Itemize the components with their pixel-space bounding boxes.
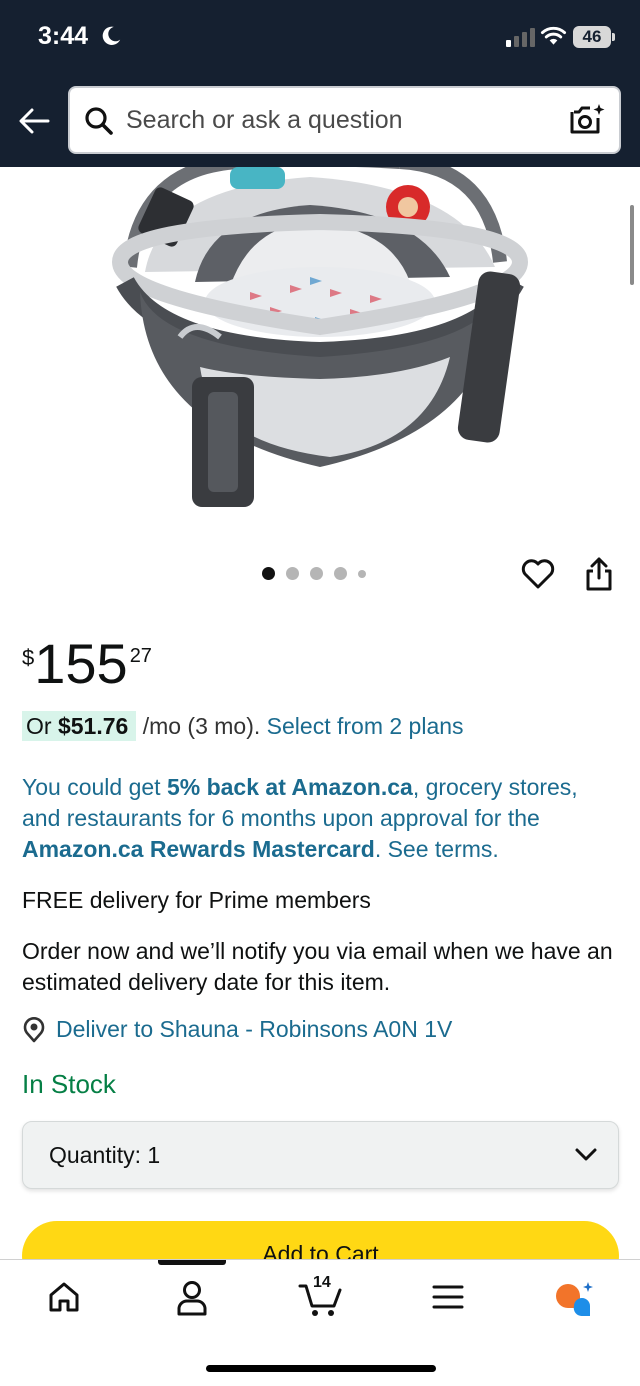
search-icon bbox=[85, 107, 113, 135]
location-pin-icon bbox=[23, 1016, 45, 1042]
menu-icon[interactable] bbox=[432, 1284, 464, 1310]
share-icon[interactable] bbox=[584, 556, 614, 592]
status-time: 3:44 bbox=[38, 22, 89, 50]
app-header: 3:44 46 bbox=[0, 0, 640, 167]
quantity-label: Quantity: 1 bbox=[49, 1142, 161, 1168]
wifi-icon bbox=[540, 26, 567, 45]
camera-lens-icon[interactable] bbox=[568, 102, 606, 138]
order-notice-text: Order now and we’ll notify you via email… bbox=[22, 938, 613, 995]
carousel-dot[interactable] bbox=[334, 567, 347, 580]
cart-count-badge: 14 bbox=[313, 1274, 331, 1291]
scrollbar[interactable] bbox=[630, 205, 634, 285]
active-tab-indicator bbox=[158, 1260, 226, 1265]
back-arrow-icon[interactable] bbox=[18, 106, 50, 136]
rufus-assistant-icon[interactable] bbox=[552, 1280, 596, 1316]
account-icon[interactable] bbox=[176, 1280, 208, 1316]
carousel-dot[interactable] bbox=[310, 567, 323, 580]
stock-status: In Stock bbox=[22, 1069, 116, 1099]
home-indicator-bar bbox=[206, 1365, 436, 1372]
installment-prefix: Or bbox=[26, 713, 58, 739]
product-price: $ 155 27 bbox=[22, 633, 152, 695]
price-whole: 155 bbox=[34, 632, 128, 695]
price-fraction: 27 bbox=[129, 645, 152, 667]
deliver-to-text: Deliver to Shauna - Robinsons A0N 1V bbox=[56, 1016, 453, 1042]
quantity-dropdown[interactable]: Quantity: 1 bbox=[22, 1121, 619, 1189]
carousel-dot[interactable] bbox=[262, 567, 275, 580]
product-image[interactable] bbox=[100, 167, 540, 512]
promo-bold-1: 5% back at Amazon.ca bbox=[166, 774, 413, 800]
deliver-to-link[interactable]: Deliver to Shauna - Robinsons A0N 1V bbox=[22, 1016, 452, 1043]
carousel-dot[interactable] bbox=[358, 569, 366, 578]
image-carousel-dots[interactable] bbox=[262, 567, 366, 580]
installment-plan: Or $51.76 /mo (3 mo). Select from 2 plan… bbox=[22, 711, 464, 741]
home-icon[interactable] bbox=[47, 1280, 81, 1314]
installment-period: /mo (3 mo). bbox=[142, 713, 261, 739]
select-plans-link[interactable]: Select from 2 plans bbox=[267, 713, 464, 739]
promo-text-1: You could get bbox=[22, 774, 167, 800]
search-input[interactable] bbox=[126, 102, 546, 138]
moon-icon bbox=[102, 26, 121, 45]
price-currency: $ bbox=[22, 645, 35, 670]
chevron-down-icon bbox=[575, 1148, 597, 1161]
cellular-signal-icon bbox=[506, 28, 535, 47]
free-delivery-text: FREE delivery for Prime members bbox=[22, 887, 371, 913]
installment-amount: $51.76 bbox=[57, 713, 129, 739]
promo-bold-2: Amazon.ca Rewards Mastercard bbox=[22, 836, 375, 862]
battery-indicator: 46 bbox=[573, 26, 615, 48]
promo-text-3: . See terms. bbox=[374, 836, 499, 862]
installment-highlight: Or $51.76 bbox=[22, 711, 137, 741]
search-bar[interactable] bbox=[68, 86, 621, 154]
rewards-promo-link[interactable]: You could get 5% back at Amazon.ca, groc… bbox=[22, 772, 622, 865]
carousel-dot[interactable] bbox=[286, 567, 299, 580]
heart-icon[interactable] bbox=[521, 558, 555, 590]
